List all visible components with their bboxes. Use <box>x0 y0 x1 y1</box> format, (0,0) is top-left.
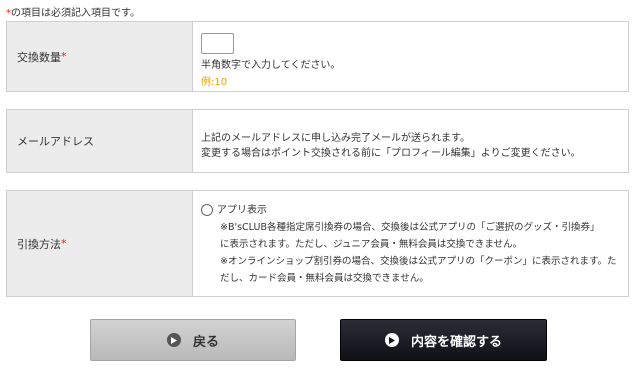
email-info-line-2: 変更する場合はポイント交換される前に「プロフィール編集」よりご変更ください。 <box>201 148 581 159</box>
confirm-button-label: 内容を確認する <box>410 334 502 350</box>
redeem-value-cell: アプリ表示 ※B'sCLUB各種指定席引換券の場合、交換後は公式アプリの「ご選択… <box>193 191 628 296</box>
redeem-note-1b: に表示されます。ただし、ジュニア会員・無料会員は交換できません。 <box>220 239 523 250</box>
quantity-hint: 半角数字で入力してください。 <box>201 60 341 71</box>
email-label: メールアドレス <box>17 135 94 148</box>
redeem-note-2a: ※オンラインショップ割引券の場合、交換後は公式アプリの「クーポン」に表示されます… <box>220 256 617 267</box>
email-info-line-1: 上記のメールアドレスに申し込み完了メールが送られます。 <box>201 133 470 144</box>
required-marker: * <box>61 50 67 63</box>
quantity-example: 例:10 <box>201 77 228 88</box>
quantity-label-cell: 交換数量 * <box>7 22 193 91</box>
radio-button[interactable] <box>201 204 213 216</box>
quantity-row: 交換数量 * 半角数字で入力してください。 例:10 <box>6 21 629 92</box>
confirm-button[interactable]: 内容を確認する <box>340 319 547 361</box>
back-button[interactable]: 戻る <box>90 319 296 361</box>
required-note: *の項目は必須記入項目です。 <box>6 4 140 19</box>
back-button-label: 戻る <box>192 334 219 350</box>
email-value-cell: 上記のメールアドレスに申し込み完了メールが送られます。 変更する場合はポイント交… <box>193 110 628 172</box>
quantity-input[interactable] <box>201 33 234 54</box>
email-label-cell: メールアドレス <box>7 110 193 172</box>
redeem-label: 引換方法 <box>17 237 61 251</box>
play-circle-icon <box>166 333 181 347</box>
email-row: メールアドレス 上記のメールアドレスに申し込み完了メールが送られます。 変更する… <box>6 109 629 173</box>
play-circle-icon <box>384 333 399 347</box>
redeem-row: 引換方法 * アプリ表示 ※B'sCLUB各種指定席引換券の場合、交換後は公式アプ… <box>6 190 629 297</box>
redeem-note-1a: ※B'sCLUB各種指定席引換券の場合、交換後は公式アプリの「ご選択のグッズ・引… <box>220 222 600 233</box>
redeem-note-2b: だし、カード会員・無料会員は交換できません。 <box>220 273 429 284</box>
redeem-label-cell: 引換方法 * <box>7 191 193 296</box>
required-marker: * <box>61 237 67 250</box>
quantity-label: 交換数量 <box>17 50 61 64</box>
redeem-option-label: アプリ表示 <box>217 205 267 216</box>
redeem-option-app[interactable]: アプリ表示 <box>201 202 628 219</box>
required-note-text: の項目は必須記入項目です。 <box>11 8 140 19</box>
quantity-value-cell: 半角数字で入力してください。 例:10 <box>193 22 628 91</box>
